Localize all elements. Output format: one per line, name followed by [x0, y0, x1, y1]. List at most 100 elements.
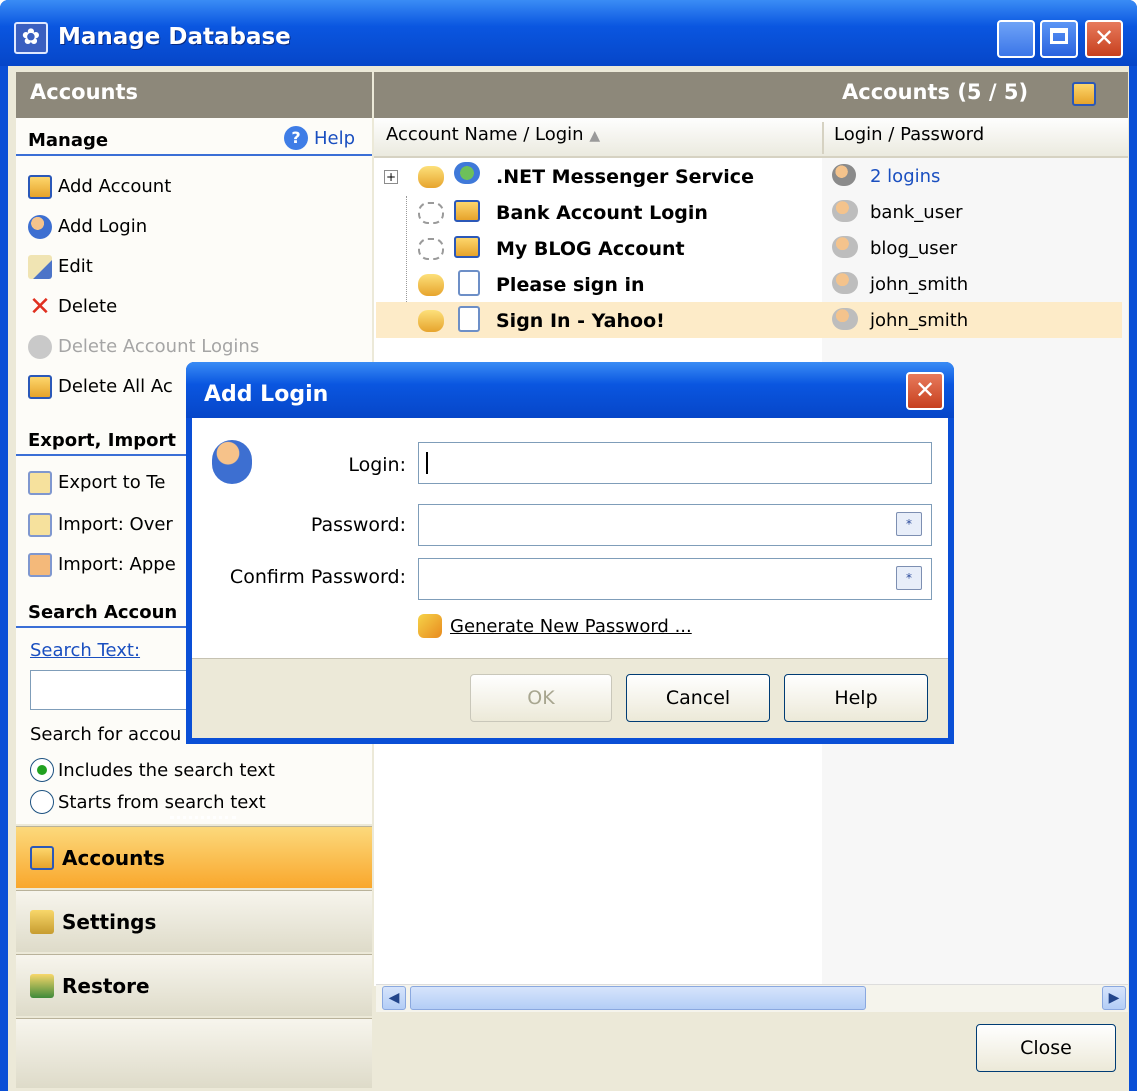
includes-radio[interactable]: Includes the search text	[30, 758, 275, 782]
user-icon	[832, 236, 858, 258]
column-header-name[interactable]: Account Name / Login ▲	[386, 124, 600, 145]
login-value[interactable]: 2 logins	[870, 166, 940, 187]
password-reveal-icon[interactable]: *	[896, 512, 922, 536]
action-label: Edit	[58, 256, 93, 277]
table-row[interactable]	[376, 266, 1116, 302]
delete-all-icon	[28, 375, 52, 399]
sort-ascending-icon: ▲	[589, 128, 601, 144]
column-divider[interactable]	[822, 122, 824, 154]
export-action[interactable]: Export to Te	[28, 468, 165, 498]
accounts-card-icon	[1072, 82, 1096, 106]
account-name: Please sign in	[496, 274, 645, 296]
login-label: Login:	[348, 454, 406, 476]
table-row[interactable]	[376, 230, 1116, 266]
splitter-grip[interactable]	[170, 816, 236, 822]
table-row[interactable]	[376, 194, 1116, 230]
column-header-login[interactable]: Login / Password	[834, 124, 984, 145]
key-icon	[418, 614, 442, 638]
action-label: Add Login	[58, 216, 148, 237]
delete-logins-icon	[28, 335, 52, 359]
user-icon	[832, 272, 858, 294]
broken-link-icon	[418, 202, 444, 224]
login-value: john_smith	[870, 310, 969, 331]
left-pane-header: Accounts	[16, 72, 372, 118]
password-reveal-icon[interactable]: *	[896, 566, 922, 590]
cancel-button[interactable]: Cancel	[626, 674, 770, 722]
link-icon	[418, 310, 444, 332]
login-value: bank_user	[870, 202, 963, 223]
nav-restore[interactable]: Restore	[16, 954, 372, 1016]
firefox-page-icon	[458, 306, 480, 332]
close-icon: ✕	[1094, 24, 1115, 52]
action-label: Import: Appe	[58, 554, 176, 575]
scroll-thumb[interactable]	[410, 986, 866, 1010]
user-icon	[832, 200, 858, 222]
confirm-password-label: Confirm Password:	[229, 566, 406, 588]
generate-label: Generate New Password ...	[450, 615, 692, 637]
add-account-icon	[28, 175, 52, 199]
account-name: Sign In - Yahoo!	[496, 310, 665, 332]
account-name: My BLOG Account	[496, 238, 685, 260]
nav-settings[interactable]: Settings	[16, 890, 372, 952]
text-cursor	[426, 452, 428, 474]
search-for-label: Search for accou	[30, 724, 182, 745]
import-overwrite-action[interactable]: Import: Over	[28, 510, 173, 540]
accounts-count: Accounts (5 / 5)	[842, 80, 1029, 104]
radio-label: Includes the search text	[58, 759, 275, 781]
dialog-close-button[interactable]: ✕	[906, 372, 944, 410]
account-name: Bank Account Login	[496, 202, 708, 224]
table-row-selected[interactable]	[376, 302, 1122, 338]
action-label: Delete All Ac	[58, 376, 173, 397]
broken-link-icon	[418, 238, 444, 260]
radio-unselected-icon	[30, 790, 54, 814]
card-icon	[454, 236, 480, 258]
action-label: Export to Te	[58, 472, 166, 493]
generate-password-link[interactable]: Generate New Password ...	[418, 614, 692, 638]
users-icon	[832, 164, 858, 186]
close-icon: ✕	[914, 376, 936, 404]
window-title: Manage Database	[58, 24, 291, 50]
import-overwrite-icon	[28, 513, 52, 537]
scroll-left-icon[interactable]: ◀	[382, 986, 406, 1010]
nav-label: Settings	[62, 909, 157, 934]
close-button[interactable]: Close	[976, 1024, 1116, 1072]
nav-label: Restore	[62, 973, 150, 998]
scroll-right-icon[interactable]: ▶	[1102, 986, 1126, 1010]
help-icon: ?	[284, 126, 308, 150]
password-label: Password:	[310, 514, 406, 536]
delete-account-logins-action[interactable]: Delete Account Logins	[28, 332, 259, 362]
firefox-page-icon	[458, 270, 480, 296]
account-name: .NET Messenger Service	[496, 166, 754, 188]
app-logo-icon: ✿	[14, 22, 48, 54]
ok-button[interactable]: OK	[470, 674, 612, 722]
starts-radio[interactable]: Starts from search text	[30, 790, 266, 814]
maximize-icon	[1050, 28, 1068, 44]
export-icon	[28, 471, 52, 495]
settings-icon	[30, 909, 54, 934]
messenger-icon	[454, 162, 480, 184]
help-label: Help	[314, 127, 356, 149]
column-label: Account Name / Login	[386, 124, 584, 145]
edit-action[interactable]: Edit	[28, 252, 93, 282]
login-input[interactable]	[418, 442, 932, 484]
nav-accounts[interactable]: Accounts	[16, 826, 372, 888]
import-append-action[interactable]: Import: Appe	[28, 550, 176, 580]
card-icon	[454, 200, 480, 222]
password-input[interactable]	[418, 504, 932, 546]
delete-icon: ✕	[29, 292, 51, 322]
restore-icon	[30, 973, 54, 998]
add-account-action[interactable]: Add Account	[28, 172, 171, 202]
confirm-password-input[interactable]	[418, 558, 932, 600]
delete-action[interactable]: ✕ Delete	[28, 292, 117, 322]
dialog-help-button[interactable]: Help	[784, 674, 928, 722]
minimize-button[interactable]	[997, 20, 1035, 58]
link-icon	[418, 166, 444, 188]
import-append-icon	[28, 553, 52, 577]
edit-icon	[28, 255, 52, 279]
dialog-title: Add Login	[204, 382, 329, 407]
login-value: john_smith	[870, 274, 969, 295]
login-value: blog_user	[870, 238, 958, 259]
help-link[interactable]: ? Help	[284, 126, 355, 150]
add-login-action[interactable]: Add Login	[28, 212, 147, 242]
delete-all-action[interactable]: Delete All Ac	[28, 372, 173, 402]
